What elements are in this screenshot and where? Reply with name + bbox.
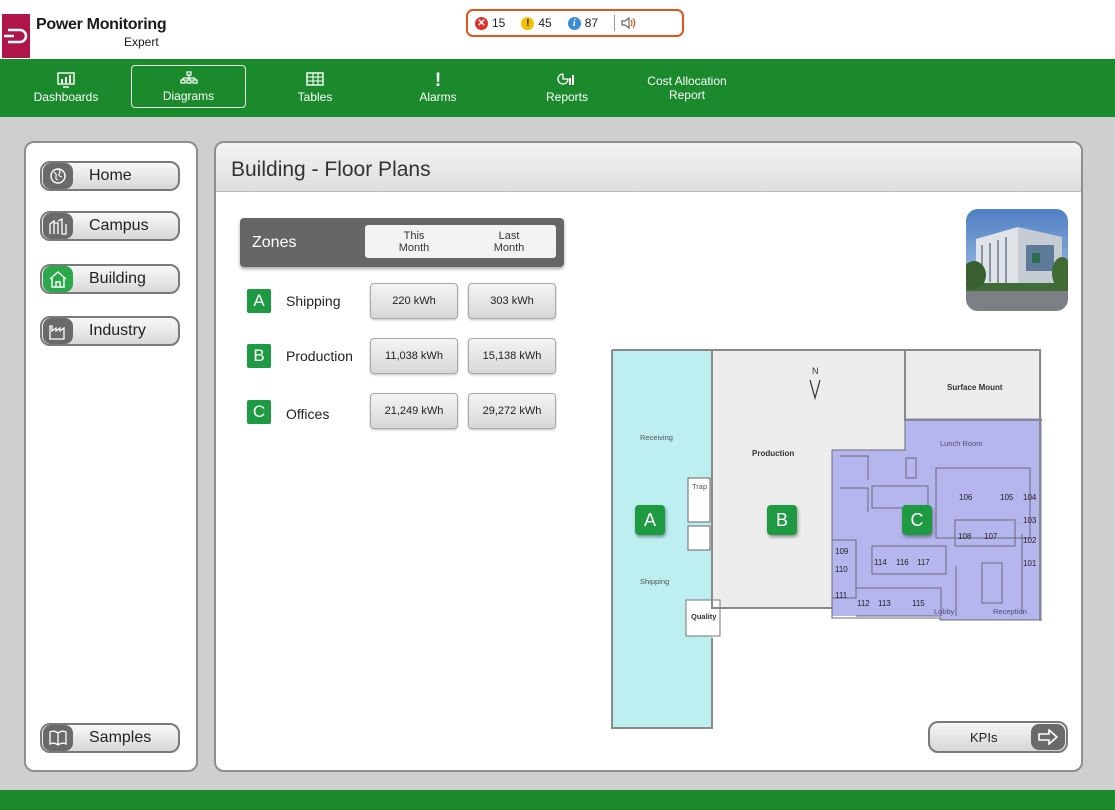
footer-bar bbox=[0, 790, 1115, 810]
speaker-icon[interactable] bbox=[621, 16, 637, 30]
offices-this-month[interactable]: 21,249 kWh bbox=[370, 393, 458, 429]
svg-text:107: 107 bbox=[984, 532, 998, 541]
main-nav: Dashboards Diagrams Tables ! Alarms Repo… bbox=[0, 59, 1115, 117]
svg-text:113: 113 bbox=[878, 599, 891, 608]
zone-name-offices: Offices bbox=[286, 406, 330, 422]
svg-text:104: 104 bbox=[1023, 493, 1037, 502]
nav-cost-allocation-report[interactable]: Cost Allocation Report bbox=[622, 59, 752, 117]
zone-name-shipping: Shipping bbox=[286, 293, 341, 309]
offices-last-month[interactable]: 29,272 kWh bbox=[468, 393, 556, 429]
info-alarm-count[interactable]: i 87 bbox=[567, 16, 598, 30]
reception-label: Reception bbox=[993, 607, 1027, 616]
shipping-last-month[interactable]: 303 kWh bbox=[468, 283, 556, 319]
quality-label: Quality bbox=[691, 612, 717, 621]
floor-plan: Receiving Shipping Trap Quality Lunch Ro… bbox=[610, 348, 1050, 738]
dashboard-icon bbox=[57, 72, 75, 90]
nav-alarms[interactable]: ! Alarms bbox=[393, 59, 483, 117]
sidebar-item-home[interactable]: Home bbox=[40, 161, 180, 191]
floor-plans-panel: Building - Floor Plans Zones This Month … bbox=[214, 141, 1083, 772]
zones-header: Zones This Month Last Month bbox=[240, 218, 564, 267]
trap-label: Trap bbox=[692, 482, 707, 491]
svg-text:102: 102 bbox=[1023, 536, 1037, 545]
warning-alarm-count[interactable]: ! 45 bbox=[521, 16, 552, 30]
svg-text:105: 105 bbox=[1000, 493, 1014, 502]
map-marker-c[interactable]: C bbox=[902, 505, 932, 535]
kpis-button[interactable]: KPIs bbox=[928, 721, 1068, 753]
alarm-divider bbox=[614, 15, 616, 31]
nav-dashboards[interactable]: Dashboards bbox=[20, 59, 112, 117]
lunch-room-label: Lunch Room bbox=[940, 439, 983, 448]
nav-diagrams[interactable]: Diagrams bbox=[131, 65, 246, 108]
alarm-icon: ! bbox=[434, 70, 442, 91]
arrow-right-icon bbox=[1031, 724, 1065, 750]
sidebar-item-campus[interactable]: Campus bbox=[40, 211, 180, 241]
svg-text:109: 109 bbox=[835, 547, 849, 556]
page-title: Building - Floor Plans bbox=[231, 158, 431, 181]
reports-icon bbox=[557, 72, 577, 90]
campus-icon bbox=[43, 213, 73, 239]
building-icon bbox=[43, 266, 73, 292]
shipping-this-month[interactable]: 220 kWh bbox=[370, 283, 458, 319]
info-icon: i bbox=[567, 16, 581, 30]
building-photo bbox=[966, 209, 1068, 311]
app-subtitle: Expert bbox=[124, 35, 159, 49]
shipping-area-label: Shipping bbox=[640, 577, 669, 586]
svg-text:110: 110 bbox=[835, 565, 848, 574]
zone-name-production: Production bbox=[286, 348, 353, 364]
lobby-label: Lobby bbox=[934, 607, 955, 616]
app-logo: Power Monitoring Expert bbox=[0, 0, 200, 58]
logo-mark-icon bbox=[2, 14, 30, 58]
sidebar-item-building[interactable]: Building bbox=[40, 264, 180, 294]
diagram-icon bbox=[179, 70, 198, 89]
production-this-month[interactable]: 11,038 kWh bbox=[370, 338, 458, 374]
svg-text:111: 111 bbox=[835, 591, 848, 600]
zones-label: Zones bbox=[252, 234, 297, 251]
svg-text:112: 112 bbox=[857, 599, 870, 608]
error-alarm-count[interactable]: ✕ 15 bbox=[475, 16, 505, 30]
sidebar-item-industry[interactable]: Industry bbox=[40, 316, 180, 346]
production-label: Production bbox=[752, 449, 794, 458]
sidebar: Home Campus Building Industry Samples bbox=[24, 141, 198, 772]
north-label: N bbox=[812, 366, 819, 376]
alarm-summary[interactable]: ✕ 15 ! 45 i 87 bbox=[466, 9, 684, 37]
zone-badge-a: A bbox=[247, 289, 271, 313]
svg-text:115: 115 bbox=[912, 599, 925, 608]
book-icon bbox=[43, 725, 73, 751]
map-marker-b[interactable]: B bbox=[767, 505, 797, 535]
last-month-column: Last Month bbox=[493, 230, 525, 254]
globe-icon bbox=[43, 163, 73, 189]
svg-text:106: 106 bbox=[959, 493, 973, 502]
period-columns: This Month Last Month bbox=[365, 225, 556, 258]
svg-text:108: 108 bbox=[958, 532, 972, 541]
nav-tables[interactable]: Tables bbox=[270, 59, 360, 117]
industry-icon bbox=[43, 318, 73, 344]
svg-text:117: 117 bbox=[917, 558, 930, 567]
svg-text:103: 103 bbox=[1023, 516, 1037, 525]
this-month-column: This Month bbox=[398, 230, 430, 254]
production-last-month[interactable]: 15,138 kWh bbox=[468, 338, 556, 374]
zone-badge-c: C bbox=[247, 400, 271, 424]
svg-text:116: 116 bbox=[896, 558, 909, 567]
map-marker-a[interactable]: A bbox=[635, 505, 665, 535]
table-icon bbox=[306, 72, 324, 90]
app-title: Power Monitoring bbox=[36, 16, 167, 33]
receiving-label: Receiving bbox=[640, 433, 673, 442]
error-icon: ✕ bbox=[475, 16, 488, 30]
svg-text:101: 101 bbox=[1023, 559, 1037, 568]
nav-reports[interactable]: Reports bbox=[522, 59, 612, 117]
surface-mount-label: Surface Mount bbox=[947, 383, 1003, 392]
zone-badge-b: B bbox=[247, 344, 271, 368]
svg-text:114: 114 bbox=[874, 558, 887, 567]
sidebar-item-samples[interactable]: Samples bbox=[40, 723, 180, 753]
panel-header: Building - Floor Plans bbox=[216, 143, 1081, 192]
warning-icon: ! bbox=[521, 16, 535, 30]
